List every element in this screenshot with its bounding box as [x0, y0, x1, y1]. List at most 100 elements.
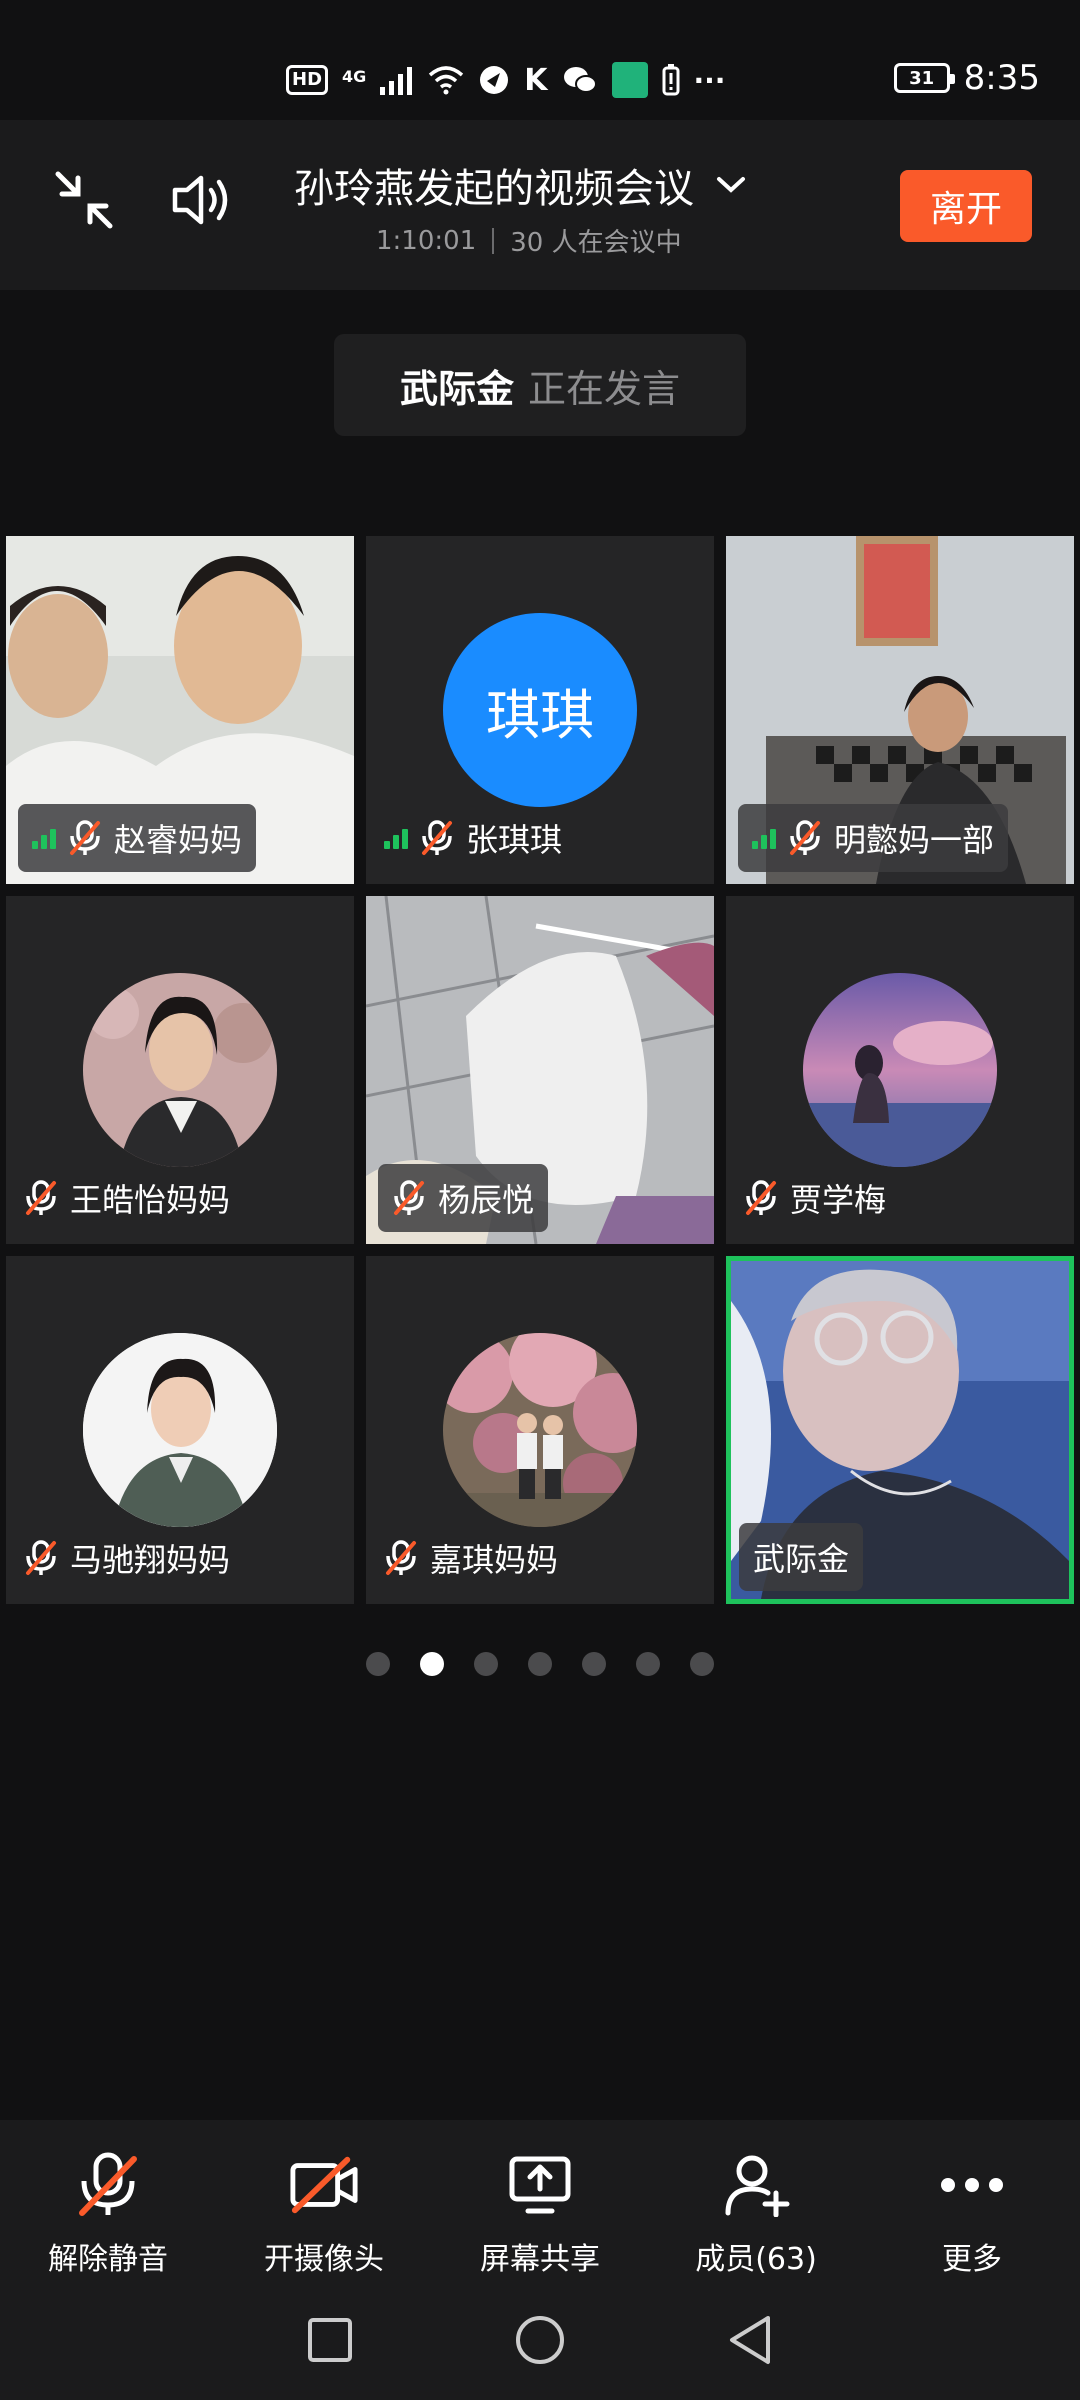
screen-share-icon	[505, 2150, 575, 2220]
minimize-button[interactable]	[44, 160, 124, 240]
unmute-button[interactable]: 解除静音	[0, 2120, 216, 2280]
page-dot[interactable]	[690, 1652, 714, 1676]
members-button[interactable]: 成员(63)	[648, 2120, 864, 2280]
participant-name: 嘉琪妈妈	[430, 1541, 559, 1579]
participant-name: 王皓怡妈妈	[70, 1181, 231, 1219]
recents-square-icon[interactable]	[306, 2316, 354, 2364]
system-nav-bar	[0, 2280, 1080, 2400]
camera-off-icon	[289, 2150, 359, 2220]
unmute-label: 解除静音	[48, 2242, 168, 2277]
participant-tile[interactable]: 贾学梅	[726, 896, 1074, 1244]
mic-muted-icon	[26, 1540, 56, 1575]
participant-label: 张琪琪	[384, 804, 562, 872]
mic-muted-icon	[790, 820, 820, 855]
mic-muted-icon	[386, 1540, 416, 1575]
status-icons: HD 4G K ···	[286, 58, 725, 102]
participant-label: 武际金	[739, 1523, 864, 1591]
avatar-photo	[83, 973, 277, 1167]
avatar-photo	[443, 1333, 637, 1527]
participant-avatar	[83, 1333, 277, 1527]
meeting-subtitle: 1:10:01 30 人在会议中	[376, 222, 682, 259]
battery-level: 31	[909, 67, 935, 89]
more-label: 更多	[942, 2242, 1002, 2277]
participant-name: 明懿妈一部	[834, 821, 995, 859]
active-speaker-name: 武际金	[399, 366, 514, 411]
participant-tile[interactable]: 杨辰悦	[366, 896, 714, 1244]
chevron-down-icon	[717, 177, 745, 193]
speaker-icon	[172, 175, 228, 225]
signal-strength-icon	[752, 827, 776, 849]
participant-label: 杨辰悦	[378, 1164, 549, 1232]
participant-label: 贾学梅	[744, 1164, 886, 1232]
page-dot[interactable]	[474, 1652, 498, 1676]
participant-label: 王皓怡妈妈	[24, 1164, 230, 1232]
wechat-icon	[562, 62, 598, 98]
active-speaker-status: 正在发言	[528, 366, 681, 411]
add-member-icon	[721, 2150, 791, 2220]
app-notification-icon	[478, 62, 510, 98]
participant-tile[interactable]: 马驰翔妈妈	[6, 1256, 354, 1604]
divider	[492, 227, 495, 254]
members-label: 成员(63)	[695, 2242, 817, 2277]
participant-label: 明懿妈一部	[738, 804, 1009, 872]
cell-signal-icon	[380, 62, 414, 98]
page-dot[interactable]	[366, 1652, 390, 1676]
leave-button[interactable]: 离开	[900, 170, 1032, 242]
participant-tile[interactable]: 明懿妈一部	[726, 536, 1074, 884]
shield-app-icon	[611, 62, 648, 98]
more-button[interactable]: 更多	[864, 2120, 1080, 2280]
kuaishou-icon: K	[524, 62, 548, 98]
meeting-duration: 1:10:01	[376, 225, 477, 256]
speaker-button[interactable]	[164, 160, 244, 240]
home-circle-icon[interactable]	[514, 2314, 566, 2366]
battery-icon: 31	[893, 63, 955, 93]
signal-strength-icon	[32, 827, 56, 849]
meeting-title[interactable]: 孙玲燕发起的视频会议	[294, 156, 746, 214]
participant-tile[interactable]: 琪琪 张琪琪	[366, 536, 714, 884]
page-dot[interactable]	[582, 1652, 606, 1676]
page-dot-active[interactable]	[420, 1652, 444, 1676]
screen-share-button[interactable]: 屏幕共享	[432, 2120, 648, 2280]
participant-avatar	[803, 973, 997, 1167]
page-dot[interactable]	[528, 1652, 552, 1676]
camera-button[interactable]: 开摄像头	[216, 2120, 432, 2280]
participant-tile[interactable]: 赵睿妈妈	[6, 536, 354, 884]
participant-label: 赵睿妈妈	[18, 804, 257, 872]
participant-tile[interactable]: 嘉琪妈妈	[366, 1256, 714, 1604]
participant-avatar	[83, 973, 277, 1167]
mic-muted-icon	[73, 2150, 143, 2220]
wifi-icon	[428, 62, 464, 98]
participant-name: 贾学梅	[790, 1181, 887, 1219]
mic-muted-icon	[70, 820, 100, 855]
avatar-photo	[803, 973, 997, 1167]
signal-strength-icon	[384, 827, 408, 849]
screen-share-label: 屏幕共享	[480, 2242, 600, 2277]
mic-muted-icon	[394, 1180, 424, 1215]
mic-muted-icon	[746, 1180, 776, 1215]
page-indicator[interactable]	[0, 1652, 1080, 1676]
more-status-icon: ···	[693, 63, 726, 97]
participant-name: 张琪琪	[466, 821, 563, 859]
participant-label: 嘉琪妈妈	[384, 1524, 558, 1592]
participant-count: 30 人在会议中	[510, 228, 682, 258]
hd-icon: HD	[286, 65, 329, 95]
page-dot[interactable]	[636, 1652, 660, 1676]
mic-muted-icon	[422, 820, 452, 855]
clock: 8:35	[963, 58, 1040, 98]
mic-muted-icon	[26, 1180, 56, 1215]
participant-tile-active-speaker[interactable]: 武际金	[726, 1256, 1074, 1604]
meeting-title-text: 孙玲燕发起的视频会议	[294, 166, 694, 212]
more-dots-icon	[937, 2150, 1007, 2220]
avatar-photo	[83, 1333, 277, 1527]
meeting-header: 孙玲燕发起的视频会议 1:10:01 30 人在会议中 离开	[0, 120, 1080, 290]
back-triangle-icon[interactable]	[726, 2314, 774, 2366]
participant-name: 武际金	[753, 1540, 850, 1578]
collapse-arrows-icon	[55, 171, 113, 229]
battery-alert-icon	[662, 62, 680, 98]
participant-avatar	[443, 1333, 637, 1527]
participant-tile[interactable]: 王皓怡妈妈	[6, 896, 354, 1244]
participant-avatar: 琪琪	[443, 613, 637, 807]
status-bar: HD 4G K ··· 31 8:35	[0, 0, 1080, 110]
participant-name: 赵睿妈妈	[114, 821, 243, 859]
meeting-toolbar: 解除静音 开摄像头 屏幕共享 成员(63) 更多	[0, 2120, 1080, 2280]
